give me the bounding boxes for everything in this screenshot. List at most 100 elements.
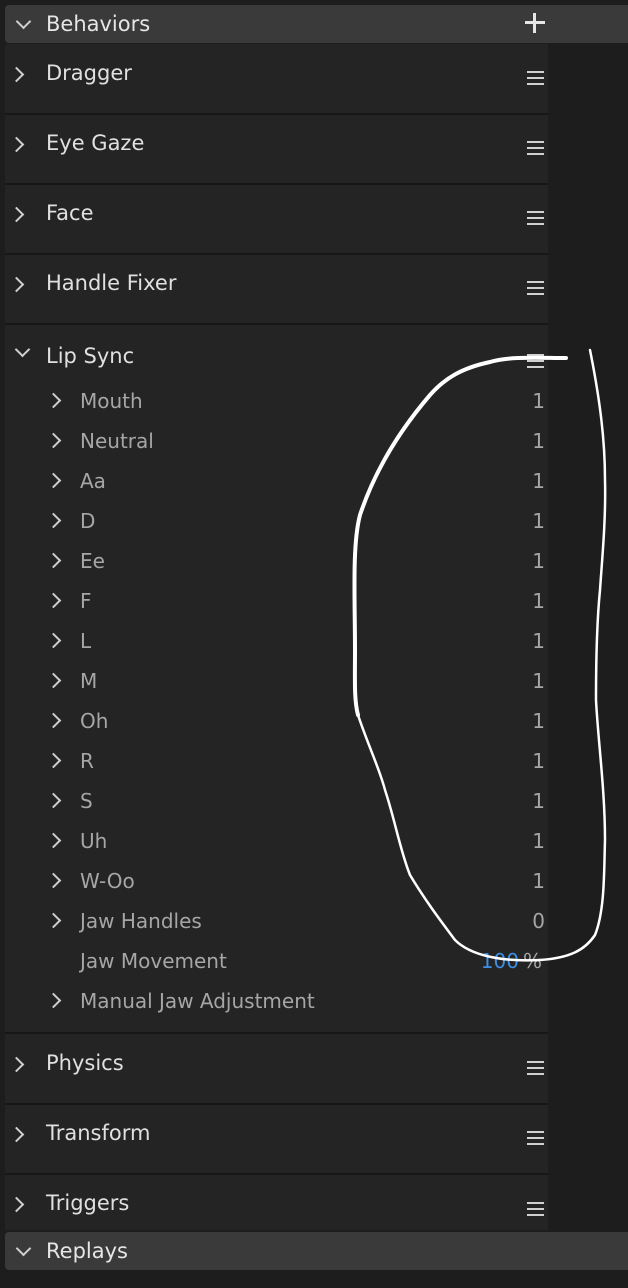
- viseme-row-mouth[interactable]: Mouth 1: [5, 382, 548, 422]
- behavior-label: Eye Gaze: [46, 131, 145, 155]
- handle-count: 1: [532, 669, 545, 693]
- behavior-row-triggers[interactable]: Triggers: [5, 1174, 548, 1230]
- jaw-movement-scrubber[interactable]: 100: [481, 949, 519, 973]
- chevron-right-icon[interactable]: [45, 992, 62, 1009]
- chevron-right-icon[interactable]: [45, 712, 62, 729]
- chevron-right-icon[interactable]: [8, 206, 25, 223]
- lip-sync-label: Lip Sync: [46, 344, 135, 368]
- menu-icon[interactable]: [527, 71, 544, 85]
- chevron-right-icon[interactable]: [45, 872, 62, 889]
- behavior-lip-sync-expanded: Lip Sync Mouth 1 Neutral 1 Aa 1 D 1 Ee 1…: [5, 326, 548, 1034]
- handle-count: 1: [532, 829, 545, 853]
- replays-header[interactable]: Replays: [5, 1232, 628, 1270]
- manual-jaw-label: Manual Jaw Adjustment: [80, 989, 315, 1013]
- chevron-right-icon[interactable]: [45, 912, 62, 929]
- viseme-label: D: [80, 509, 96, 533]
- handle-count: 1: [532, 709, 545, 733]
- viseme-row-aa[interactable]: Aa 1: [5, 462, 548, 502]
- chevron-right-icon[interactable]: [8, 66, 25, 83]
- behavior-label: Dragger: [46, 61, 132, 85]
- viseme-label: Aa: [80, 469, 106, 493]
- jaw-handles-label: Jaw Handles: [80, 909, 202, 933]
- chevron-right-icon[interactable]: [8, 1126, 25, 1143]
- jaw-movement-row: Jaw Movement 100%: [5, 942, 548, 982]
- viseme-row-uh[interactable]: Uh 1: [5, 822, 548, 862]
- chevron-down-icon[interactable]: [14, 341, 31, 358]
- viseme-label: F: [80, 589, 92, 613]
- chevron-right-icon[interactable]: [45, 592, 62, 609]
- menu-icon[interactable]: [527, 1061, 544, 1075]
- menu-icon[interactable]: [527, 141, 544, 155]
- viseme-label: W-Oo: [80, 869, 135, 893]
- viseme-label: Oh: [80, 709, 109, 733]
- viseme-label: L: [80, 629, 92, 653]
- jaw-handles-row[interactable]: Jaw Handles 0: [5, 902, 548, 942]
- viseme-row-l[interactable]: L 1: [5, 622, 548, 662]
- chevron-right-icon[interactable]: [45, 792, 62, 809]
- handle-count: 1: [532, 549, 545, 573]
- viseme-row-oh[interactable]: Oh 1: [5, 702, 548, 742]
- jaw-movement-value: 100%: [481, 949, 542, 973]
- behavior-label: Transform: [46, 1121, 151, 1145]
- handle-count: 1: [532, 749, 545, 773]
- viseme-row-ee[interactable]: Ee 1: [5, 542, 548, 582]
- replays-title: Replays: [46, 1239, 128, 1263]
- chevron-right-icon[interactable]: [45, 832, 62, 849]
- chevron-right-icon[interactable]: [45, 472, 62, 489]
- viseme-label: R: [80, 749, 94, 773]
- chevron-right-icon[interactable]: [45, 632, 62, 649]
- chevron-right-icon[interactable]: [8, 1056, 25, 1073]
- behaviors-list: Dragger Eye Gaze Face Handle Fixer Lip S…: [5, 44, 548, 1230]
- chevron-down-icon[interactable]: [15, 13, 32, 30]
- viseme-row-neutral[interactable]: Neutral 1: [5, 422, 548, 462]
- handle-count: 1: [532, 429, 545, 453]
- behavior-label: Face: [46, 201, 94, 225]
- viseme-row-w-oo[interactable]: W-Oo 1: [5, 862, 548, 902]
- behavior-row-eye-gaze[interactable]: Eye Gaze: [5, 114, 548, 185]
- properties-panel: Behaviors Dragger Eye Gaze Face Handle F…: [0, 0, 628, 1288]
- handle-count: 1: [532, 509, 545, 533]
- chevron-right-icon[interactable]: [45, 752, 62, 769]
- behavior-label: Handle Fixer: [46, 271, 177, 295]
- handle-count: 1: [532, 869, 545, 893]
- menu-icon[interactable]: [527, 354, 544, 368]
- handle-count: 1: [532, 469, 545, 493]
- behavior-row-face[interactable]: Face: [5, 184, 548, 255]
- chevron-right-icon[interactable]: [8, 1196, 25, 1213]
- behavior-row-transform[interactable]: Transform: [5, 1104, 548, 1175]
- behavior-label: Physics: [46, 1051, 124, 1075]
- menu-icon[interactable]: [527, 1131, 544, 1145]
- behaviors-header[interactable]: Behaviors: [5, 5, 628, 43]
- viseme-row-r[interactable]: R 1: [5, 742, 548, 782]
- viseme-row-m[interactable]: M 1: [5, 662, 548, 702]
- behavior-row-physics[interactable]: Physics: [5, 1034, 548, 1105]
- menu-icon[interactable]: [527, 211, 544, 225]
- chevron-right-icon[interactable]: [8, 136, 25, 153]
- menu-icon[interactable]: [527, 281, 544, 295]
- menu-icon[interactable]: [527, 1202, 544, 1216]
- viseme-label: Mouth: [80, 389, 143, 413]
- handle-count: 0: [532, 909, 545, 933]
- handle-count: 1: [532, 589, 545, 613]
- chevron-right-icon[interactable]: [45, 392, 62, 409]
- chevron-right-icon[interactable]: [45, 672, 62, 689]
- chevron-right-icon[interactable]: [8, 276, 25, 293]
- handle-count: 1: [532, 389, 545, 413]
- viseme-row-d[interactable]: D 1: [5, 502, 548, 542]
- behavior-row-dragger[interactable]: Dragger: [5, 44, 548, 115]
- viseme-label: Ee: [80, 549, 105, 573]
- manual-jaw-adjustment-row[interactable]: Manual Jaw Adjustment: [5, 982, 548, 1022]
- handle-count: 1: [532, 629, 545, 653]
- viseme-label: Uh: [80, 829, 108, 853]
- viseme-row-f[interactable]: F 1: [5, 582, 548, 622]
- percent-unit: %: [522, 949, 542, 973]
- chevron-right-icon[interactable]: [45, 512, 62, 529]
- viseme-row-s[interactable]: S 1: [5, 782, 548, 822]
- viseme-label: S: [80, 789, 93, 813]
- add-behavior-plus-icon[interactable]: [525, 13, 545, 33]
- behavior-row-handle-fixer[interactable]: Handle Fixer: [5, 254, 548, 325]
- chevron-down-icon[interactable]: [15, 1240, 32, 1257]
- chevron-right-icon[interactable]: [45, 552, 62, 569]
- chevron-right-icon[interactable]: [45, 432, 62, 449]
- jaw-movement-label: Jaw Movement: [80, 949, 227, 973]
